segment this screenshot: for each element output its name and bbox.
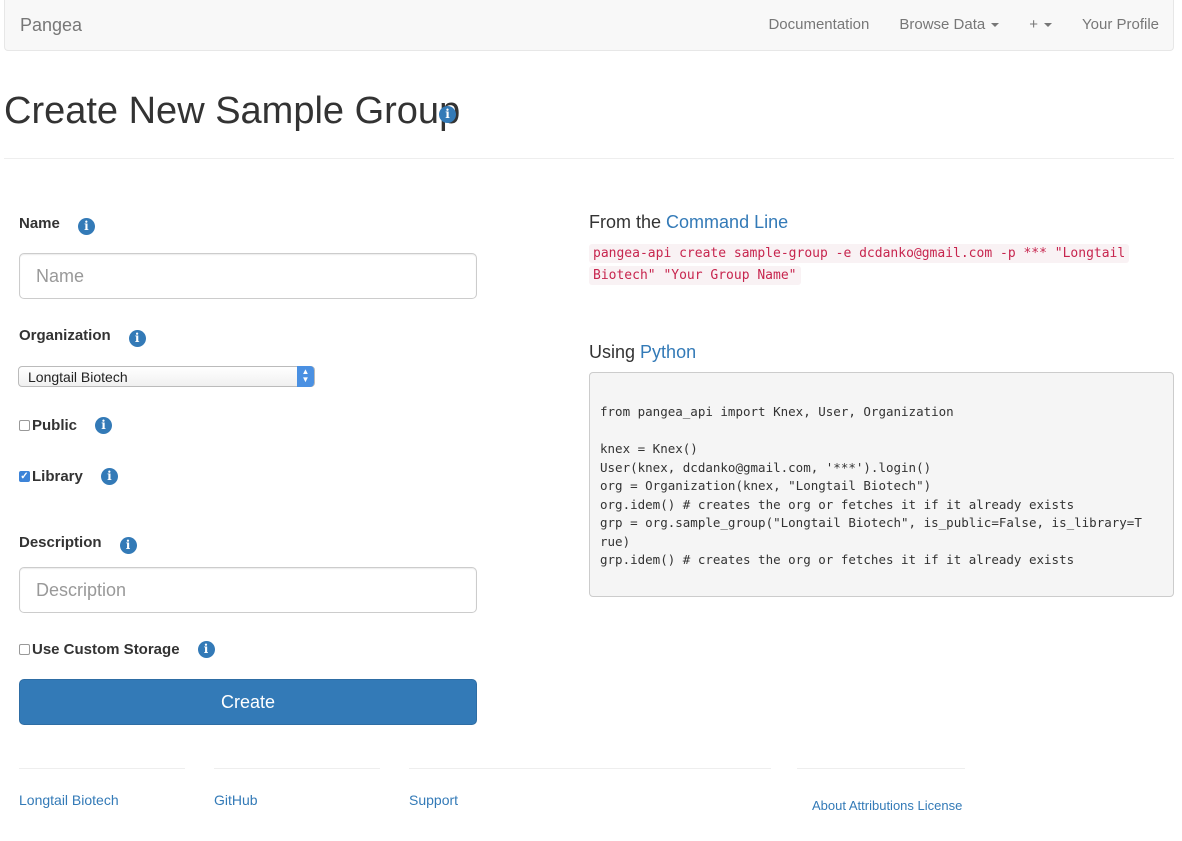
footer-link-attributions[interactable]: About Attributions License — [812, 798, 965, 813]
nav-documentation[interactable]: Documentation — [768, 16, 869, 33]
description-input[interactable] — [19, 567, 477, 613]
command-line-link[interactable]: Command Line — [666, 212, 788, 232]
organization-selected-value: Longtail Biotech — [28, 369, 128, 385]
footer-divider — [797, 768, 965, 769]
caret-down-icon — [991, 23, 1000, 28]
cli-command: pangea-api create sample-group -e dcdank… — [589, 243, 1159, 287]
public-checkbox[interactable] — [19, 420, 30, 431]
nav-add-menu[interactable]: + — [1029, 16, 1052, 33]
custom-storage-option: Use Custom Storage i — [19, 641, 215, 658]
nav-browse-data[interactable]: Browse Data — [899, 16, 1000, 33]
name-label: Name i — [19, 215, 95, 235]
info-icon[interactable]: i — [128, 330, 146, 347]
nav-add-label: + — [1029, 16, 1038, 33]
public-option: Public i — [19, 417, 113, 434]
python-code-block: from pangea_api import Knex, User, Organ… — [589, 372, 1174, 597]
select-arrows-icon: ▲ ▼ — [297, 366, 314, 387]
library-option: ✓ Library i — [19, 468, 118, 485]
footer-divider — [409, 768, 771, 769]
organization-select[interactable]: Longtail Biotech ▲ ▼ — [18, 366, 315, 387]
name-input[interactable] — [19, 253, 477, 299]
description-label-text: Description — [19, 534, 102, 551]
navbar: Pangea Documentation Browse Data + Your … — [4, 0, 1174, 51]
info-icon[interactable]: i — [119, 537, 137, 554]
info-icon[interactable]: i — [95, 417, 113, 434]
info-icon[interactable]: i — [197, 641, 215, 658]
cli-command-text: pangea-api create sample-group -e dcdank… — [589, 244, 1130, 285]
caret-down-icon — [1044, 23, 1052, 28]
footer-divider — [214, 768, 380, 769]
organization-label-text: Organization — [19, 327, 111, 344]
python-link[interactable]: Python — [640, 342, 696, 362]
info-icon[interactable]: i — [77, 218, 95, 235]
description-label: Description i — [19, 534, 137, 554]
python-heading: Using Python — [589, 342, 696, 363]
python-heading-prefix: Using — [589, 342, 636, 362]
footer-column: Support — [409, 768, 771, 808]
footer-link-support[interactable]: Support — [409, 792, 771, 808]
organization-label: Organization i — [19, 327, 146, 347]
cli-heading: From the Command Line — [589, 212, 788, 233]
info-icon[interactable]: i — [439, 106, 456, 123]
footer-divider — [19, 768, 185, 769]
library-checkbox[interactable]: ✓ — [19, 471, 30, 482]
nav-browse-data-label: Browse Data — [899, 16, 986, 33]
create-button[interactable]: Create — [19, 679, 477, 725]
nav-your-profile[interactable]: Your Profile — [1082, 16, 1159, 33]
footer-column: GitHub — [214, 768, 380, 808]
footer-link-longtail[interactable]: Longtail Biotech — [19, 792, 185, 808]
custom-storage-label: Use Custom Storage — [32, 641, 180, 658]
brand-link[interactable]: Pangea — [20, 15, 82, 36]
footer-column: Longtail Biotech — [19, 768, 185, 808]
library-label: Library — [32, 468, 83, 485]
cli-heading-prefix: From the — [589, 212, 662, 232]
footer-link-github[interactable]: GitHub — [214, 792, 380, 808]
page-title: Create New Sample Group — [4, 90, 461, 132]
nav-menu: Documentation Browse Data + Your Profile — [738, 16, 1159, 33]
public-label: Public — [32, 417, 78, 434]
custom-storage-checkbox[interactable] — [19, 644, 30, 655]
info-icon[interactable]: i — [100, 468, 118, 485]
footer-column: About Attributions License — [797, 768, 965, 813]
name-label-text: Name — [19, 215, 60, 232]
divider — [4, 158, 1174, 159]
